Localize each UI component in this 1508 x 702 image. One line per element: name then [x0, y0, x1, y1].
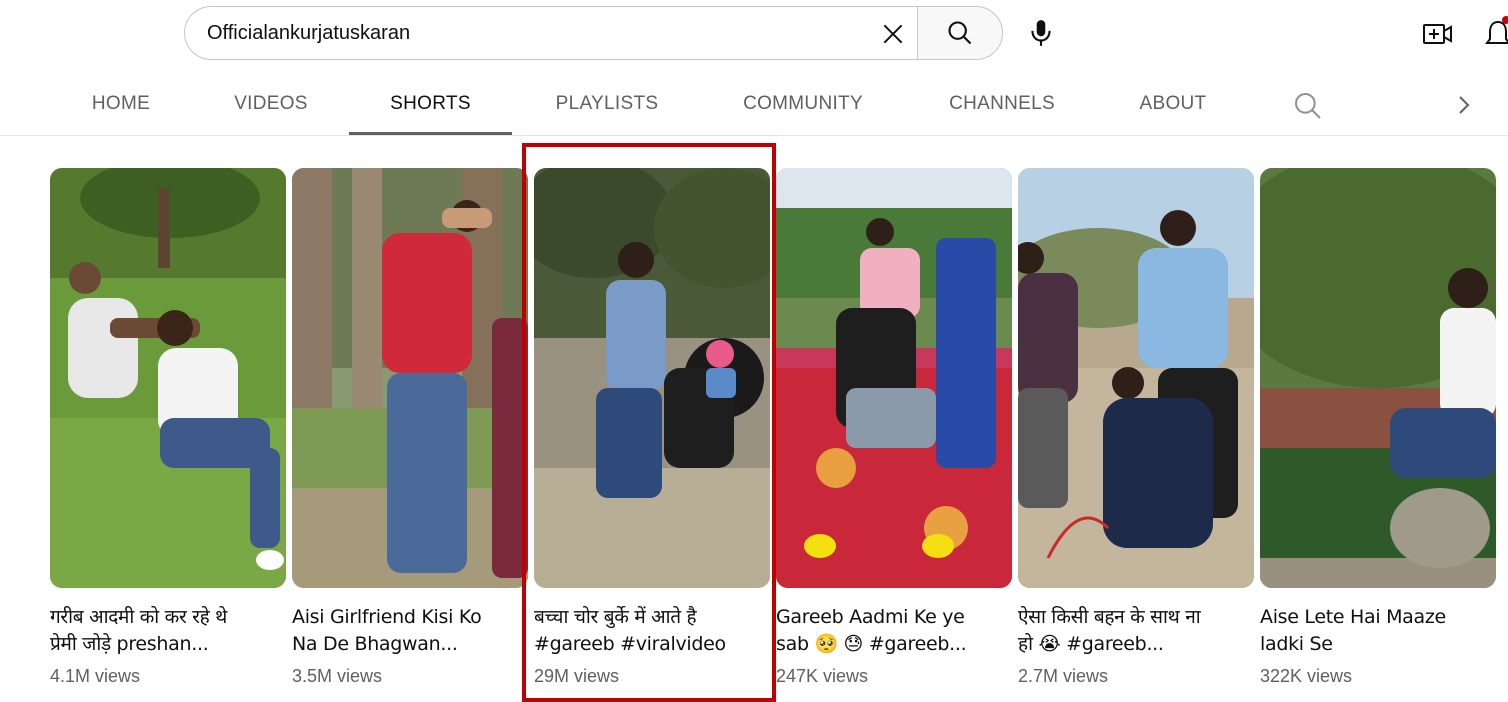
notification-badge: [1502, 16, 1508, 24]
search-icon: [948, 21, 972, 45]
short-thumbnail[interactable]: [1260, 168, 1496, 588]
short-title-line: प्रेमी जोड़े preshan...: [50, 633, 209, 655]
short-item[interactable]: Gareeb Aadmi Ke ye sab 🥺 😓 #gareeb... 24…: [776, 168, 1012, 688]
short-title-line: ऐसा किसी बहन के साथ ना: [1018, 606, 1201, 628]
short-item[interactable]: ऐसा किसी बहन के साथ ना हो 😭 #gareeb... 2…: [1018, 168, 1254, 688]
short-title-line: Aisi Girlfriend Kisi Ko: [292, 606, 482, 628]
short-title[interactable]: गरीब आदमी को कर रहे थे प्रेमी जोड़े pres…: [50, 604, 286, 658]
short-thumbnail[interactable]: [776, 168, 1012, 588]
video-add-icon: [1423, 24, 1452, 44]
short-title-line: Na De Bhagwan...: [292, 633, 458, 655]
create-button[interactable]: [1418, 14, 1458, 54]
short-item[interactable]: गरीब आदमी को कर रहे थे प्रेमी जोड़े pres…: [50, 168, 286, 688]
short-title-line: बच्चा चोर बुर्के में आते है: [534, 606, 697, 628]
short-thumbnail[interactable]: [534, 168, 770, 588]
tab-playlists[interactable]: PLAYLISTS: [540, 74, 674, 135]
notifications-button[interactable]: [1484, 14, 1508, 54]
short-title-line: Aise Lete Hai Maaze: [1260, 606, 1446, 628]
active-tab-indicator: [349, 132, 512, 135]
channel-search-button[interactable]: [1292, 90, 1324, 122]
short-views: 2.7M views: [1018, 666, 1109, 686]
short-item[interactable]: बच्चा चोर बुर्के में आते है #gareeb #vir…: [534, 168, 770, 688]
short-item[interactable]: Aise Lete Hai Maaze ladki Se 322K views: [1260, 168, 1496, 688]
short-title-line: Gareeb Aadmi Ke ye: [776, 606, 965, 628]
tab-about[interactable]: ABOUT: [1126, 74, 1220, 135]
short-views: 247K views: [776, 666, 869, 686]
short-title[interactable]: ऐसा किसी बहन के साथ ना हो 😭 #gareeb...: [1018, 604, 1254, 658]
short-title[interactable]: Gareeb Aadmi Ke ye sab 🥺 😓 #gareeb...: [776, 604, 1012, 658]
short-views: 3.5M views: [292, 666, 383, 686]
short-views: 322K views: [1260, 666, 1353, 686]
search-input[interactable]: Officialankurjatuskaran: [184, 6, 918, 60]
channel-tabs: HOME VIDEOS SHORTS PLAYLISTS COMMUNITY C…: [0, 74, 1508, 136]
short-title[interactable]: बच्चा चोर बुर्के में आते है #gareeb #vir…: [534, 604, 770, 658]
shorts-grid: गरीब आदमी को कर रहे थे प्रेमी जोड़े pres…: [0, 168, 1508, 702]
short-views: 4.1M views: [50, 666, 141, 686]
short-thumbnail[interactable]: [50, 168, 286, 588]
short-title-line: ladki Se: [1260, 633, 1333, 655]
short-title-line: #gareeb #viralvideo: [534, 633, 726, 655]
search-icon: [1295, 93, 1321, 119]
short-title[interactable]: Aisi Girlfriend Kisi Ko Na De Bhagwan...: [292, 604, 528, 658]
tabs-next-button[interactable]: [1452, 91, 1476, 119]
close-icon: [883, 24, 903, 44]
top-bar: Officialankurjatuskaran: [0, 0, 1508, 66]
tab-channels[interactable]: CHANNELS: [934, 74, 1070, 135]
short-thumbnail[interactable]: [292, 168, 528, 588]
tab-home[interactable]: HOME: [72, 74, 170, 135]
tab-shorts[interactable]: SHORTS: [349, 74, 512, 135]
short-item[interactable]: Aisi Girlfriend Kisi Ko Na De Bhagwan...…: [292, 168, 528, 688]
search-query-text[interactable]: Officialankurjatuskaran: [207, 7, 410, 59]
voice-search-button[interactable]: [1020, 12, 1062, 54]
search-button[interactable]: [917, 6, 1003, 60]
clear-search-button[interactable]: [875, 16, 911, 52]
short-title[interactable]: Aise Lete Hai Maaze ladki Se: [1260, 604, 1496, 658]
short-views: 29M views: [534, 666, 620, 686]
microphone-icon: [1031, 20, 1051, 46]
tab-videos[interactable]: VIDEOS: [222, 74, 320, 135]
short-title-line: हो 😭 #gareeb...: [1018, 633, 1164, 655]
tab-community[interactable]: COMMUNITY: [730, 74, 876, 135]
short-title-line: sab 🥺 😓 #gareeb...: [776, 633, 967, 655]
short-title-line: गरीब आदमी को कर रहे थे: [50, 606, 228, 628]
chevron-right-icon: [1459, 96, 1470, 114]
short-thumbnail[interactable]: [1018, 168, 1254, 588]
